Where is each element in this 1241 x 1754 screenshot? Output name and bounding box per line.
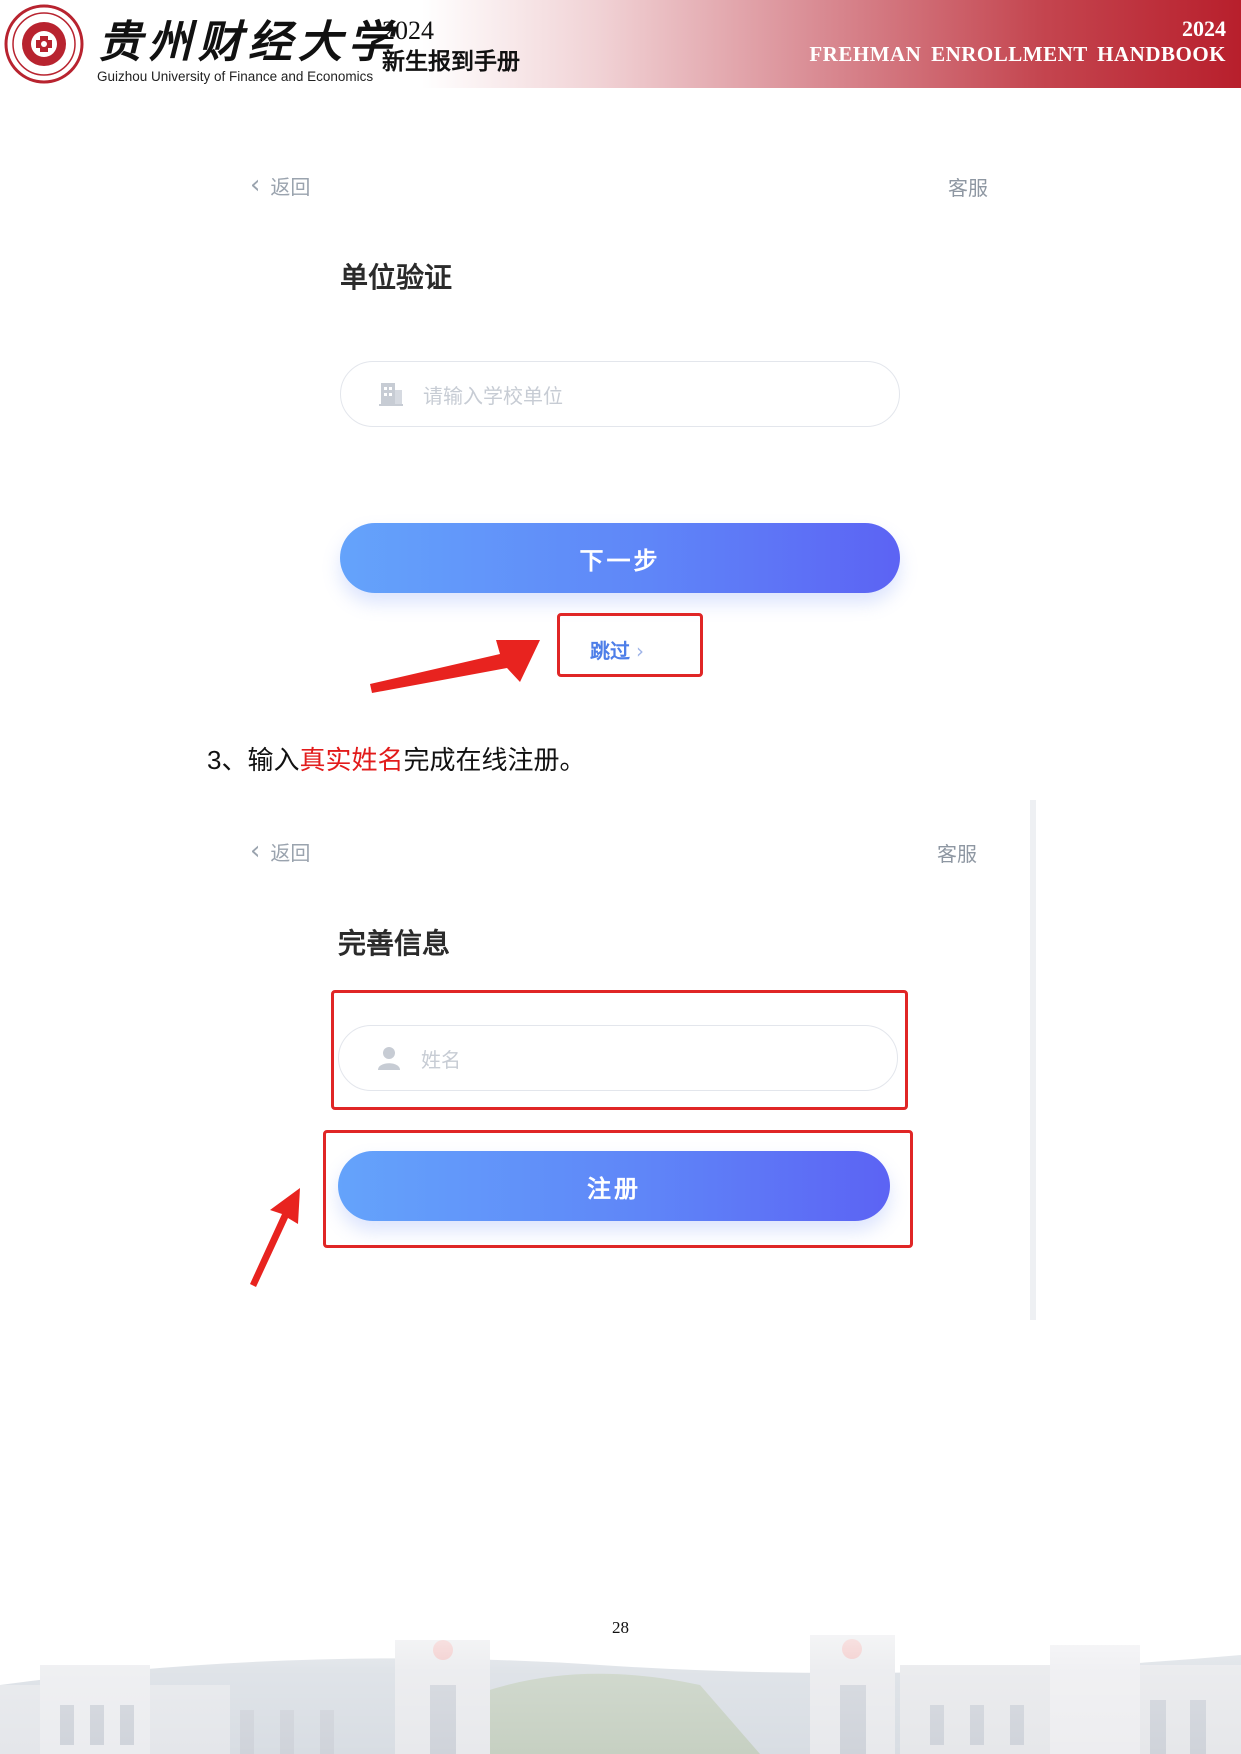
page-number: 28	[612, 1618, 629, 1637]
annotation-arrow-icon	[250, 1188, 300, 1287]
campus-buildings-illustration	[0, 1585, 1241, 1754]
